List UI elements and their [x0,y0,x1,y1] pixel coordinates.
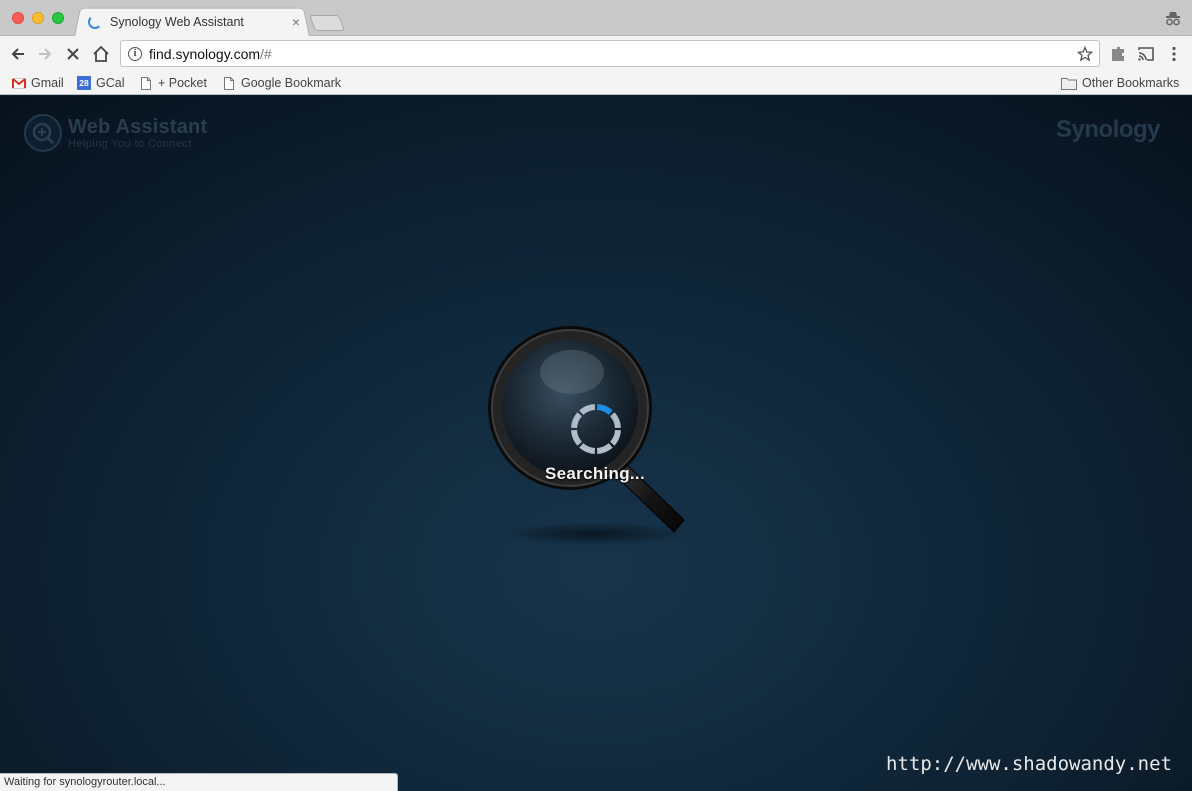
cast-icon[interactable] [1137,45,1155,63]
address-bar[interactable]: i find.synology.com/# [120,40,1100,67]
bookmark-gcal[interactable]: 28 GCal [77,75,124,91]
spinner-segment [609,412,621,429]
spinner-segment [571,412,583,429]
bookmarks-bar: Gmail 28 GCal + Pocket Google Bookmark O… [0,71,1192,95]
bookmark-label: Google Bookmark [241,76,342,90]
synology-brand-logo: Synology [1055,116,1161,143]
url-text[interactable]: find.synology.com/# [149,46,1077,62]
calendar-date-badge: 28 [77,76,91,90]
url-host: find.synology.com [149,45,261,62]
user-profile-icon[interactable] [1164,9,1182,27]
browser-toolbar: i find.synology.com/# [0,36,1192,71]
bookmark-label: Gmail [31,76,64,90]
bookmark-google-bookmark[interactable]: Google Bookmark [222,75,341,91]
window-titlebar: Synology Web Assistant × [0,0,1192,37]
minimize-window-button[interactable] [32,12,44,24]
page-icon [139,76,153,90]
web-assistant-page: Web Assistant Helping You to Connect Syn… [0,96,1192,791]
home-button[interactable] [91,44,111,64]
bookmark-label: Other Bookmarks [1082,76,1180,90]
home-icon [93,45,109,62]
bookmark-pocket[interactable]: + Pocket [139,75,207,91]
maximize-window-button[interactable] [52,12,64,24]
tab-title: Synology Web Assistant [110,15,244,29]
status-bar: Waiting for synologyrouter.local... [0,773,398,791]
url-path: /# [260,45,272,62]
new-tab-button[interactable] [309,15,345,31]
other-bookmarks[interactable]: Other Bookmarks [1061,75,1179,91]
close-window-button[interactable] [12,12,24,24]
spinner-segment [579,404,596,416]
web-assistant-logo: Web Assistant Helping You to Connect [24,114,207,152]
spinner-segment [579,442,596,454]
back-button[interactable] [8,44,28,64]
watermark-text: http://www.shadowandy.net [886,753,1172,775]
folder-icon [1061,76,1077,90]
close-icon [67,48,79,60]
calendar-icon: 28 [77,76,91,90]
menu-dots-icon[interactable] [1165,45,1183,63]
site-info-icon[interactable]: i [128,46,142,61]
spinner-segment [571,429,583,446]
arrow-right-icon [39,48,52,60]
spinner-segment [596,442,613,454]
tab-close-icon[interactable]: × [292,15,300,29]
gmail-icon [12,76,26,90]
bookmark-gmail[interactable]: Gmail [12,75,64,91]
page-icon [222,76,236,90]
magnifier-plus-icon [24,114,62,152]
bookmark-star-icon[interactable] [1077,45,1093,62]
browser-tab-content[interactable]: Synology Web Assistant × [84,8,306,36]
spinner-segment [609,429,621,446]
logo-subtitle: Helping You to Connect [68,138,192,150]
spinner-segment [596,404,613,416]
logo-title: Web Assistant [68,116,208,138]
bookmark-label: GCal [96,76,125,90]
bookmark-label: + Pocket [158,76,207,90]
search-status-text: Searching... [545,464,645,483]
forward-button[interactable] [35,44,55,64]
loading-spinner-icon [88,15,102,29]
extension-icon[interactable] [1109,45,1127,63]
arrow-left-icon [11,48,24,60]
stop-loading-button[interactable] [63,44,83,64]
loading-spinner [571,404,621,454]
